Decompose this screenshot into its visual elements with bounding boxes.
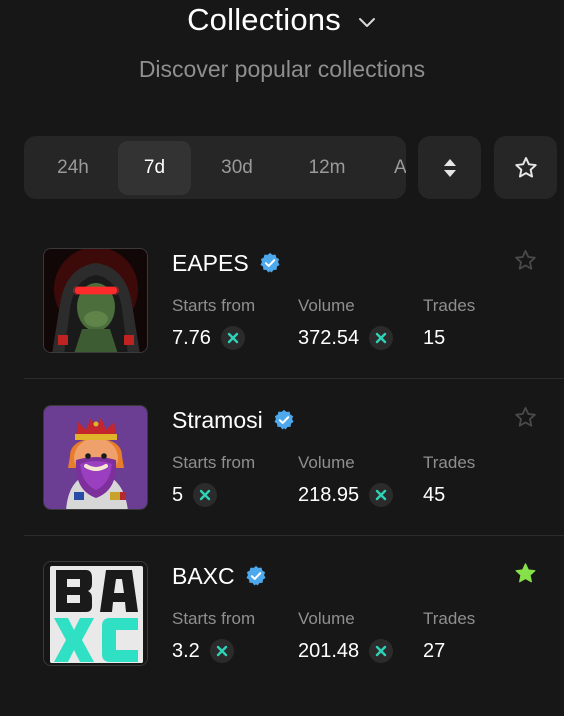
page-header: Collections Discover popular collections xyxy=(0,0,564,100)
collection-name[interactable]: Stramosi xyxy=(172,407,263,434)
starts-from-value: 5 xyxy=(172,481,218,509)
collection-row[interactable]: BAXC Starts from Volume Trades 3.2 201.4… xyxy=(0,561,564,716)
favorites-filter-button[interactable] xyxy=(494,136,557,199)
collection-avatar[interactable] xyxy=(43,561,148,666)
collection-name-line: BAXC xyxy=(172,561,267,591)
collection-name-line: EAPES xyxy=(172,248,281,278)
page-subtitle: Discover popular collections xyxy=(138,56,426,82)
row-divider xyxy=(24,378,564,379)
favorite-star-icon[interactable] xyxy=(513,248,538,273)
volume-label: Volume xyxy=(298,296,355,315)
trades-label: Trades xyxy=(423,609,476,628)
collections-title-row[interactable]: Collections xyxy=(0,2,564,38)
eapes-avatar-image xyxy=(44,249,147,352)
token-icon xyxy=(193,483,218,507)
tab-24h[interactable]: 24h xyxy=(28,141,118,195)
token-icon xyxy=(209,639,234,663)
verified-badge-icon xyxy=(274,409,294,430)
starts-from-label: Starts from xyxy=(172,453,256,472)
baxc-logo-image xyxy=(44,562,147,665)
collection-row[interactable]: Stramosi Starts from Volume Trades 5 218… xyxy=(0,405,564,560)
collection-avatar[interactable] xyxy=(43,248,148,353)
tab-all[interactable]: A xyxy=(386,141,406,195)
starts-from-label: Starts from xyxy=(172,296,256,315)
star-outline-icon xyxy=(514,156,537,178)
token-icon xyxy=(220,326,245,350)
tab-30d[interactable]: 30d xyxy=(196,141,278,195)
volume-value: 372.54 xyxy=(298,324,394,352)
verified-badge-icon xyxy=(246,565,266,586)
token-icon xyxy=(369,326,394,350)
volume-value: 218.95 xyxy=(298,481,394,509)
trades-value: 45 xyxy=(423,483,446,506)
volume-value: 201.48 xyxy=(298,637,394,665)
verified-badge-icon xyxy=(260,252,280,273)
collection-row[interactable]: EAPES Starts from Volume Trades 7.76 372… xyxy=(0,248,564,403)
trades-label: Trades xyxy=(423,296,476,315)
favorite-star-filled-icon[interactable] xyxy=(513,561,538,586)
row-divider xyxy=(24,535,564,536)
sort-button[interactable] xyxy=(418,136,481,199)
starts-from-label: Starts from xyxy=(172,609,256,628)
trades-value: 15 xyxy=(423,326,446,349)
collection-name-line: Stramosi xyxy=(172,405,295,435)
sort-up-down-icon xyxy=(443,158,456,177)
trades-value: 27 xyxy=(423,639,446,662)
stramosi-avatar-image xyxy=(44,406,147,509)
favorite-star-icon[interactable] xyxy=(513,405,538,430)
starts-from-value: 7.76 xyxy=(172,324,245,352)
trades-label: Trades xyxy=(423,453,476,472)
starts-from-value: 3.2 xyxy=(172,637,234,665)
time-filter-tabs: 24h 7d 30d 12m A xyxy=(24,136,406,199)
volume-label: Volume xyxy=(298,609,355,628)
tab-12m[interactable]: 12m xyxy=(284,141,370,195)
collection-name[interactable]: BAXC xyxy=(172,563,235,590)
chevron-down-icon[interactable] xyxy=(357,12,377,32)
token-icon xyxy=(369,639,394,663)
collection-name[interactable]: EAPES xyxy=(172,250,249,277)
token-icon xyxy=(369,483,394,507)
collection-avatar[interactable] xyxy=(43,405,148,510)
tab-7d[interactable]: 7d xyxy=(118,141,191,195)
volume-label: Volume xyxy=(298,453,355,472)
page-title: Collections xyxy=(187,2,341,37)
